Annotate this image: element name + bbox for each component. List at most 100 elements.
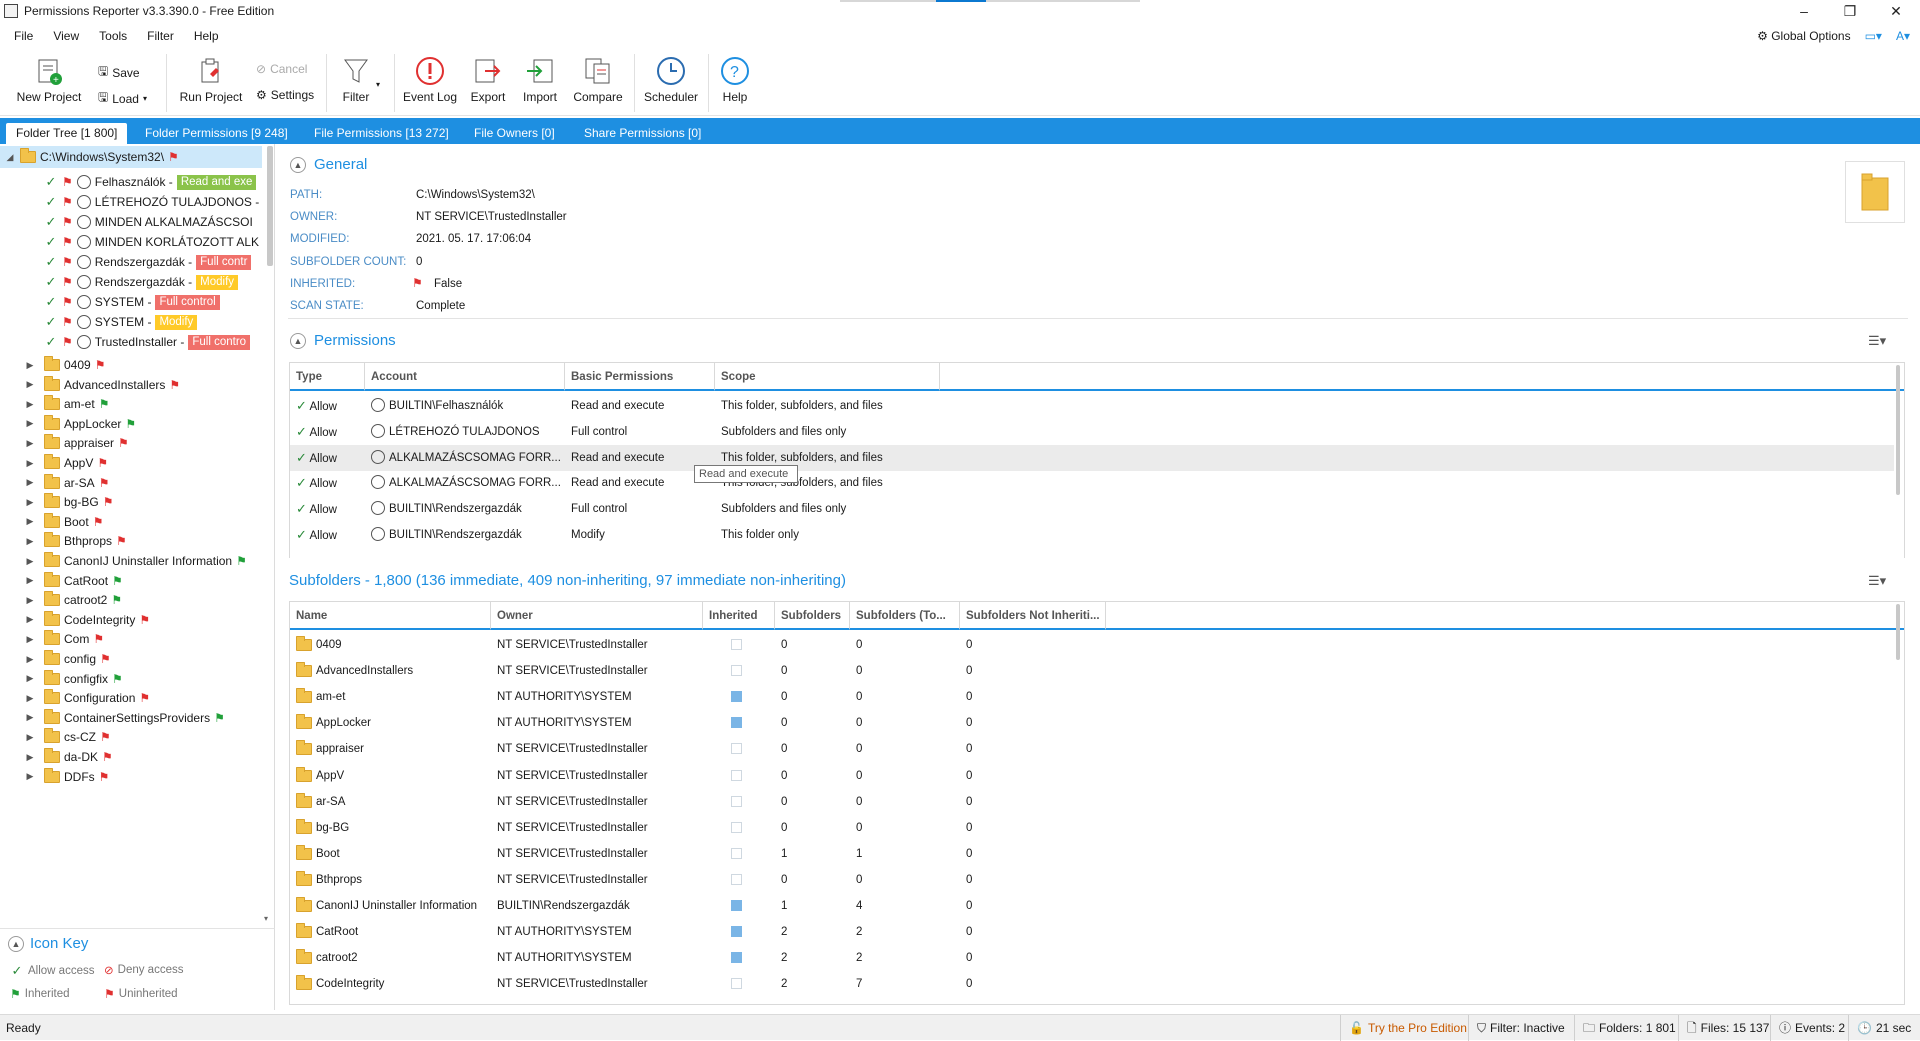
expand-chevron-icon[interactable]: ▶ bbox=[24, 732, 36, 743]
expand-chevron-icon[interactable]: ▶ bbox=[24, 516, 36, 527]
collapse-icon[interactable]: ▲ bbox=[290, 332, 306, 349]
permissions-section-header[interactable]: ▲ Permissions bbox=[290, 332, 396, 349]
tree-permission-entry[interactable]: ✓ ⚑ SYSTEM - Modify bbox=[0, 311, 270, 333]
menu-tools[interactable]: Tools bbox=[99, 29, 127, 43]
help-button[interactable]: ? Help bbox=[716, 56, 754, 104]
permission-row[interactable]: ✓ Allow ALKALMAZÁSCSOMAG FORR... Read and … bbox=[290, 444, 1894, 471]
expand-chevron-icon[interactable]: ▶ bbox=[24, 752, 36, 763]
icon-key-header[interactable]: ▲ Icon Key bbox=[8, 935, 88, 952]
compare-button[interactable]: Compare bbox=[570, 56, 626, 104]
minimize-button[interactable]: – bbox=[1781, 0, 1827, 22]
status-filter[interactable]: ⛉ Filter: Inactive bbox=[1468, 1015, 1565, 1041]
col-subfolders-total[interactable]: Subfolders (To... bbox=[850, 602, 960, 630]
permissions-scrollbar[interactable] bbox=[1896, 365, 1900, 495]
expand-chevron-icon[interactable]: ▶ bbox=[24, 536, 36, 547]
import-button[interactable]: Import bbox=[518, 56, 562, 104]
subfolder-row[interactable]: AppLocker NT AUTHORITY\SYSTEM 0 0 0 bbox=[290, 710, 1894, 736]
col-basic-permissions[interactable]: Basic Permissions bbox=[565, 363, 715, 391]
subfolder-row[interactable]: appraiser NT SERVICE\TrustedInstaller 0 0 0 bbox=[290, 736, 1894, 762]
col-subfolders[interactable]: Subfolders bbox=[775, 602, 850, 630]
new-project-button[interactable]: + New Project bbox=[14, 56, 84, 104]
scheduler-button[interactable]: Scheduler bbox=[642, 56, 700, 104]
collapse-icon[interactable]: ▲ bbox=[8, 935, 24, 952]
expand-chevron-icon[interactable]: ▶ bbox=[24, 360, 36, 371]
status-events[interactable]: ⓘ Events: 2 bbox=[1770, 1015, 1845, 1041]
col-type[interactable]: Type bbox=[290, 363, 365, 391]
tree-permission-entry[interactable]: ✓ ⚑ LÉTREHOZÓ TULAJDONOS - bbox=[0, 191, 270, 213]
run-project-button[interactable]: Run Project bbox=[178, 56, 244, 104]
expand-chevron-icon[interactable]: ▶ bbox=[24, 556, 36, 567]
expand-chevron-icon[interactable]: ▶ bbox=[24, 575, 36, 586]
expand-chevron-icon[interactable]: ▶ bbox=[24, 379, 36, 390]
tree-permission-entry[interactable]: ✓ ⚑ Rendszergazdák - Modify bbox=[0, 271, 270, 293]
subfolder-row[interactable]: bg-BG NT SERVICE\TrustedInstaller 0 0 0 bbox=[290, 815, 1894, 841]
close-button[interactable]: ✕ bbox=[1873, 0, 1919, 22]
expand-chevron-icon[interactable]: ▶ bbox=[24, 771, 36, 782]
subfolder-row[interactable]: CanonIJ Uninstaller Information BUILTIN\R… bbox=[290, 893, 1894, 919]
subfolder-row[interactable]: Boot NT SERVICE\TrustedInstaller 1 1 0 bbox=[290, 841, 1894, 867]
export-button[interactable]: Export bbox=[466, 56, 510, 104]
col-scope[interactable]: Scope bbox=[715, 363, 940, 391]
filter-dropdown-icon[interactable]: ▾ bbox=[376, 80, 380, 89]
collapse-chevron-icon[interactable]: ◢ bbox=[4, 152, 16, 163]
col-subfolders-not-inheriting[interactable]: Subfolders Not Inheriti... bbox=[960, 602, 1106, 630]
collapse-icon[interactable]: ▲ bbox=[290, 156, 306, 173]
subfolder-row[interactable]: Bthprops NT SERVICE\TrustedInstaller 0 0 0 bbox=[290, 867, 1894, 893]
permission-row[interactable]: ✓ Allow ALKALMAZÁSCSOMAG FORR... Read and … bbox=[290, 470, 1894, 496]
col-owner[interactable]: Owner bbox=[491, 602, 703, 630]
tab-file-permissions[interactable]: File Permissions [13 272] bbox=[304, 123, 459, 144]
subfolder-row[interactable]: am-et NT AUTHORITY\SYSTEM 0 0 0 bbox=[290, 684, 1894, 710]
menu-view[interactable]: View bbox=[53, 29, 79, 43]
expand-chevron-icon[interactable]: ▶ bbox=[24, 595, 36, 606]
tree-permission-entry[interactable]: ✓ ⚑ MINDEN KORLÁTOZOTT ALK bbox=[0, 231, 270, 253]
event-log-button[interactable]: Event Log bbox=[402, 56, 458, 104]
subfolder-row[interactable]: AppV NT SERVICE\TrustedInstaller 0 0 0 bbox=[290, 763, 1894, 789]
column-menu-icon[interactable]: ☰▾ bbox=[1868, 573, 1886, 589]
tree-permission-entry[interactable]: ✓ ⚑ SYSTEM - Full control bbox=[0, 291, 270, 313]
subfolder-row[interactable]: 0409 NT SERVICE\TrustedInstaller 0 0 0 bbox=[290, 632, 1894, 658]
try-pro-link[interactable]: 🔓 Try the Pro Edition bbox=[1340, 1015, 1467, 1041]
expand-chevron-icon[interactable]: ▶ bbox=[24, 654, 36, 665]
tree-root[interactable]: ◢ C:\Windows\System32\ ⚑ bbox=[0, 146, 262, 168]
menu-filter[interactable]: Filter bbox=[147, 29, 174, 43]
global-options-button[interactable]: ⚙ Global Options bbox=[1757, 29, 1851, 43]
load-button[interactable]: 🖫 Load ▾ bbox=[98, 88, 147, 109]
filter-button[interactable]: Filter bbox=[336, 56, 376, 104]
tab-folder-permissions[interactable]: Folder Permissions [9 248] bbox=[135, 123, 298, 144]
tree-permission-entry[interactable]: ✓ ⚑ MINDEN ALKALMAZÁSCSOI bbox=[0, 211, 270, 233]
col-account[interactable]: Account bbox=[365, 363, 565, 391]
menu-help[interactable]: Help bbox=[194, 29, 219, 43]
tree-permission-entry[interactable]: ✓ ⚑ TrustedInstaller - Full contro bbox=[0, 331, 270, 353]
cancel-button[interactable]: ⊘ Cancel bbox=[256, 62, 307, 76]
subfolder-row[interactable]: ar-SA NT SERVICE\TrustedInstaller 0 0 0 bbox=[290, 789, 1894, 815]
expand-chevron-icon[interactable]: ▶ bbox=[24, 438, 36, 449]
permission-row[interactable]: ✓ Allow BUILTIN\Rendszergazdák Full contro… bbox=[290, 496, 1894, 522]
font-size-icon[interactable]: A▾ bbox=[1896, 29, 1910, 43]
tab-share-permissions[interactable]: Share Permissions [0] bbox=[574, 123, 711, 144]
column-menu-icon[interactable]: ☰▾ bbox=[1868, 333, 1886, 349]
expand-chevron-icon[interactable]: ▶ bbox=[24, 712, 36, 723]
tree-permission-entry[interactable]: ✓ ⚑ Felhasználók - Read and exe bbox=[0, 171, 270, 193]
tree-scrollbar[interactable] bbox=[267, 146, 273, 266]
tree-permission-entry[interactable]: ✓ ⚑ Rendszergazdák - Full contr bbox=[0, 251, 270, 273]
tab-file-owners[interactable]: File Owners [0] bbox=[464, 123, 565, 144]
col-inherited[interactable]: Inherited bbox=[703, 602, 775, 630]
subfolder-row[interactable]: CatRoot NT AUTHORITY\SYSTEM 2 2 0 bbox=[290, 919, 1894, 945]
expand-chevron-icon[interactable]: ▶ bbox=[24, 634, 36, 645]
tab-folder-tree[interactable]: Folder Tree [1 800] bbox=[6, 123, 128, 144]
expand-chevron-icon[interactable]: ▶ bbox=[24, 497, 36, 508]
subfolders-scrollbar[interactable] bbox=[1896, 604, 1900, 660]
permission-row[interactable]: ✓ Allow BUILTIN\Rendszergazdák Modify This … bbox=[290, 522, 1894, 548]
tree-folder-item[interactable]: ▶ DDFs ⚑ bbox=[0, 766, 270, 788]
theme-icon[interactable]: ▭▾ bbox=[1865, 29, 1882, 43]
expand-chevron-icon[interactable]: ▶ bbox=[24, 458, 36, 469]
expand-chevron-icon[interactable]: ▶ bbox=[24, 614, 36, 625]
expand-chevron-icon[interactable]: ▶ bbox=[24, 693, 36, 704]
subfolder-row[interactable]: catroot2 NT AUTHORITY\SYSTEM 2 2 0 bbox=[290, 945, 1894, 971]
expand-chevron-icon[interactable]: ▶ bbox=[24, 673, 36, 684]
general-section-header[interactable]: ▲ General bbox=[290, 156, 367, 173]
permission-row[interactable]: ✓ Allow LÉTREHOZÓ TULAJDONOS Full control S… bbox=[290, 419, 1894, 445]
expand-chevron-icon[interactable]: ▶ bbox=[24, 418, 36, 429]
restore-button[interactable]: ❐ bbox=[1827, 0, 1873, 22]
scroll-down-icon[interactable]: ▾ bbox=[264, 914, 268, 923]
